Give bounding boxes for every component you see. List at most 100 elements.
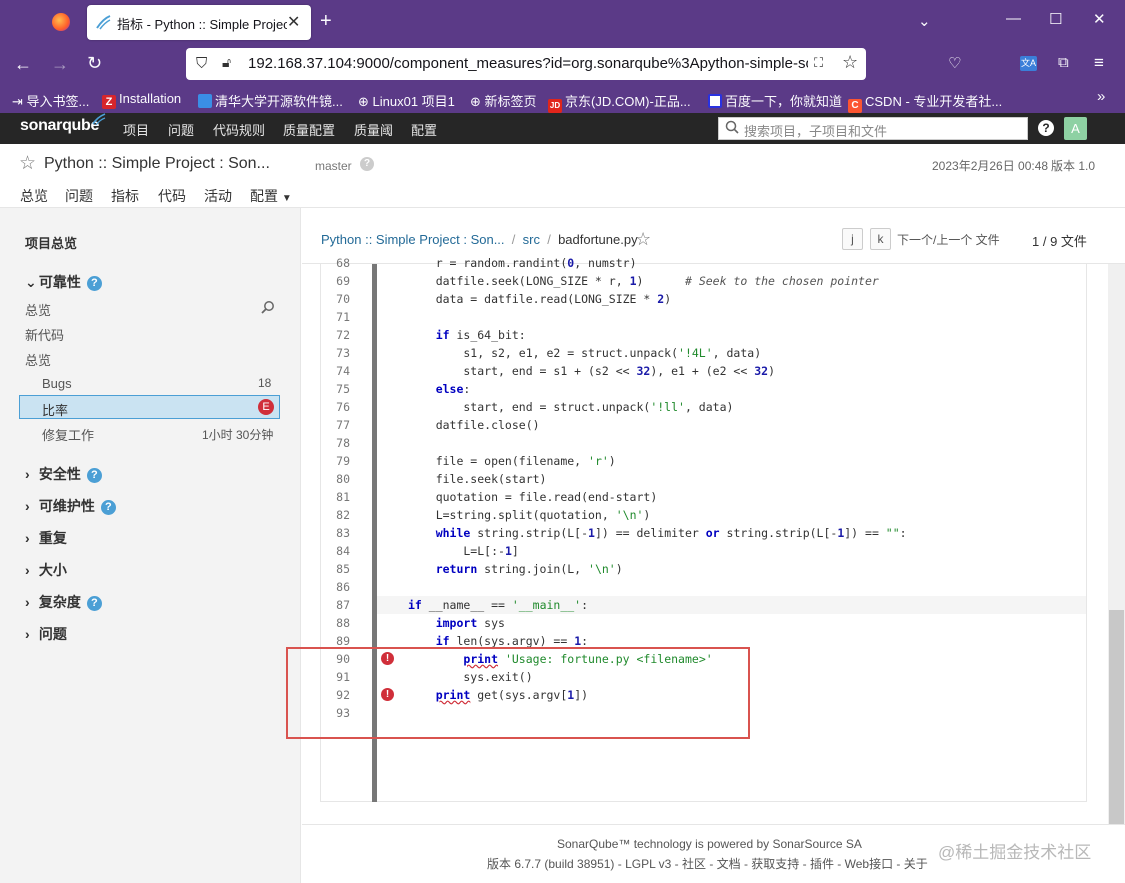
extensions-icon[interactable]: ⧉ (1058, 54, 1069, 71)
minimize-icon[interactable]: — (1006, 10, 1021, 27)
file-favorite-star-icon[interactable]: ☆ (635, 229, 651, 250)
sidebar-item-remediation[interactable]: 修复工作 (42, 425, 94, 444)
line-number[interactable]: 79 (322, 454, 350, 468)
line-number[interactable]: 74 (322, 364, 350, 378)
bookmark-import[interactable]: ⇥ 导入书签... (12, 91, 89, 110)
insecure-lock-icon[interactable]: 🔓︎ (222, 54, 231, 71)
close-window-icon[interactable]: ✕ (1093, 10, 1106, 28)
section-reliability[interactable]: ⌄ 可靠性? (25, 272, 102, 292)
line-number[interactable]: 87 (322, 598, 350, 612)
maximize-icon[interactable]: ☐ (1049, 10, 1062, 28)
menu-icon[interactable]: ≡ (1094, 53, 1104, 73)
section-security[interactable]: › 安全性? (25, 464, 102, 484)
tab-activity[interactable]: 活动 (204, 186, 232, 206)
nav-quality-gates[interactable]: 质量阈 (354, 120, 393, 139)
sidebar-title[interactable]: 项目总览 (25, 233, 77, 252)
list-tabs-icon[interactable]: ⌄ (918, 12, 931, 30)
branch-help-icon[interactable]: ? (360, 157, 374, 171)
key-k-button[interactable]: k (870, 228, 891, 250)
global-search-input[interactable]: 搜索项目，子项目和文件 (718, 117, 1028, 140)
sidebar-item-overview[interactable]: 总览 (25, 300, 51, 319)
help-icon[interactable]: ? (86, 468, 102, 483)
bookmark-tsinghua[interactable]: 清华大学开源软件镜... (198, 91, 343, 110)
sidebar-item-new-code[interactable]: 新代码 (25, 325, 64, 344)
shield-icon[interactable]: ⛉ (196, 55, 207, 72)
section-maintainability[interactable]: › 可维护性? (25, 496, 116, 516)
bookmark-star-icon[interactable]: ☆ (842, 52, 858, 73)
url-bar[interactable]: ⛉ 🔓︎ 192.168.37.104:9000/component_measu… (186, 48, 866, 80)
favorite-star-icon[interactable]: ☆ (19, 152, 36, 175)
tab-administration[interactable]: 配置 ▼ (250, 186, 292, 206)
line-number[interactable]: 71 (322, 310, 350, 324)
project-name[interactable]: Python :: Simple Project : Son... (44, 155, 270, 173)
sonarqube-logo[interactable]: sonarqube (20, 113, 106, 135)
tab-code[interactable]: 代码 (158, 186, 186, 206)
breadcrumb-project[interactable]: Python :: Simple Project : Son... (321, 232, 505, 247)
bookmark-linux01[interactable]: ⊕ Linux01 项目1 (358, 91, 455, 110)
bookmark-jd[interactable]: JD 京东(JD.COM)-正品... (548, 91, 691, 113)
back-icon[interactable]: ← (14, 54, 32, 75)
tab-issues[interactable]: 问题 (65, 186, 93, 206)
forward-icon[interactable]: → (51, 54, 69, 75)
new-tab-icon[interactable]: + (320, 10, 332, 33)
reload-icon[interactable]: ↻ (87, 53, 102, 74)
line-number[interactable]: 78 (322, 436, 350, 450)
line-number[interactable]: 85 (322, 562, 350, 576)
pocket-icon[interactable]: ♡ (948, 54, 961, 72)
line-number[interactable]: 86 (322, 580, 350, 594)
help-icon[interactable]: ? (1038, 120, 1054, 136)
csdn-icon: C (848, 99, 862, 113)
translate-icon[interactable]: ⛶ (814, 55, 823, 71)
line-number[interactable]: 84 (322, 544, 350, 558)
key-j-button[interactable]: j (842, 228, 863, 250)
nav-issues[interactable]: 问题 (168, 120, 194, 139)
baidu-icon (708, 94, 722, 108)
line-number[interactable]: 68 (322, 256, 350, 270)
sidebar-item-bugs[interactable]: Bugs (42, 376, 72, 391)
more-bookmarks-icon[interactable]: » (1097, 88, 1105, 105)
line-number[interactable]: 73 (322, 346, 350, 360)
sidebar-item-overall[interactable]: 总览 (25, 350, 51, 369)
close-tab-icon[interactable]: ✕ (287, 12, 300, 32)
firefox-view-icon[interactable] (52, 13, 70, 31)
line-number[interactable]: 77 (322, 418, 350, 432)
help-icon[interactable]: ? (100, 500, 116, 515)
nav-administration[interactable]: 配置 (411, 120, 437, 139)
search-placeholder: 搜索项目，子项目和文件 (744, 124, 888, 139)
line-number[interactable]: 83 (322, 526, 350, 540)
section-duplications[interactable]: › 重复 (25, 528, 67, 548)
nav-projects[interactable]: 项目 (123, 120, 149, 139)
help-icon[interactable]: ? (86, 596, 102, 611)
line-number[interactable]: 69 (322, 274, 350, 288)
nav-quality-profiles[interactable]: 质量配置 (283, 120, 335, 139)
bookmark-baidu[interactable]: 百度一下，你就知道 (708, 91, 842, 110)
line-number[interactable]: 89 (322, 634, 350, 648)
line-number[interactable]: 88 (322, 616, 350, 630)
section-size[interactable]: › 大小 (25, 560, 67, 580)
translate-extension-icon[interactable]: 文A (1020, 56, 1037, 71)
line-number[interactable]: 76 (322, 400, 350, 414)
bookmark-newtab[interactable]: ⊕ 新标签页 (470, 91, 537, 110)
bookmark-csdn[interactable]: C CSDN - 专业开发者社... (848, 91, 1002, 113)
browser-tab-active[interactable]: 指标 - Python :: Simple Project ✕ (87, 5, 311, 40)
search-icon[interactable] (261, 300, 275, 314)
line-number[interactable]: 80 (322, 472, 350, 486)
avatar[interactable]: A (1064, 117, 1087, 140)
nav-rules[interactable]: 代码规则 (213, 120, 265, 139)
line-number[interactable]: 82 (322, 508, 350, 522)
url-text[interactable]: 192.168.37.104:9000/component_measures?i… (248, 55, 808, 72)
help-icon[interactable]: ? (86, 276, 102, 291)
line-number[interactable]: 75 (322, 382, 350, 396)
line-number[interactable]: 81 (322, 490, 350, 504)
breadcrumb: Python :: Simple Project : Son... / src … (321, 232, 638, 247)
chevron-right-icon: › (25, 530, 30, 546)
section-complexity[interactable]: › 复杂度? (25, 592, 102, 612)
tab-overview[interactable]: 总览 (20, 186, 48, 206)
footer-links[interactable]: 版本 6.7.7 (build 38951) - LGPL v3 - 社区 - … (487, 855, 928, 872)
line-number[interactable]: 72 (322, 328, 350, 342)
bookmark-installation[interactable]: Z Installation (102, 91, 181, 109)
breadcrumb-dir[interactable]: src (523, 232, 540, 247)
section-issues[interactable]: › 问题 (25, 624, 67, 644)
highlight-annotation-box (286, 647, 750, 739)
line-number[interactable]: 70 (322, 292, 350, 306)
